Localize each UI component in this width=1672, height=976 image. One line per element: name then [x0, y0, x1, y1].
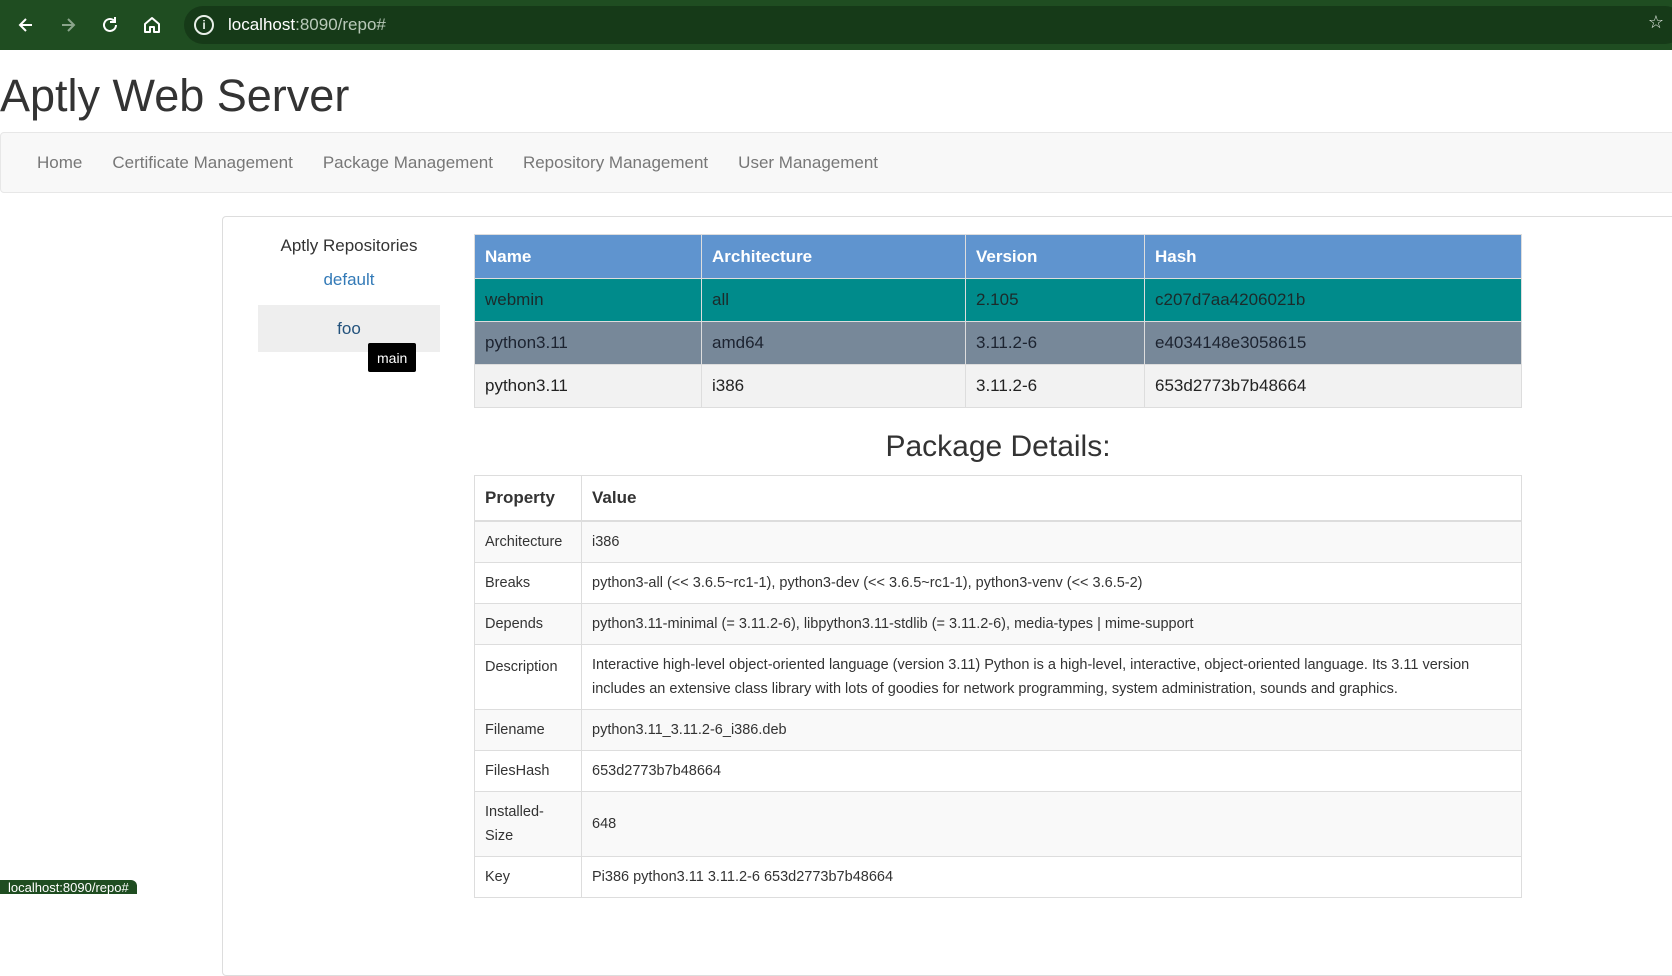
browser-status-bar: localhost:8090/repo# [0, 880, 137, 894]
table-row[interactable]: python3.11 amd64 3.11.2-6 e4034148e30586… [474, 321, 1522, 365]
packages-table: Name Architecture Version Hash webmin al… [474, 234, 1522, 408]
value-cell: python3.11_3.11.2-6_i386.deb [581, 708, 1522, 751]
details-row: Depends python3.11-minimal (= 3.11.2-6),… [474, 602, 1522, 645]
reload-icon[interactable] [89, 0, 131, 50]
cell-version: 3.11.2-6 [965, 321, 1145, 365]
url-text[interactable]: localhost:8090/repo# [228, 15, 386, 35]
details-row: Breaks python3-all (<< 3.6.5~rc1-1), pyt… [474, 561, 1522, 604]
nav-package-management[interactable]: Package Management [308, 153, 508, 173]
site-info-icon[interactable]: i [194, 15, 214, 35]
property-cell: Description [474, 643, 582, 710]
cell-architecture: all [701, 278, 966, 322]
column-header-property: Property [474, 475, 582, 522]
property-cell: Filename [474, 708, 582, 751]
table-row[interactable]: python3.11 i386 3.11.2-6 653d2773b7b4866… [474, 364, 1522, 408]
cell-version: 3.11.2-6 [965, 364, 1145, 408]
cell-version: 2.105 [965, 278, 1145, 322]
details-row: Filename python3.11_3.11.2-6_i386.deb [474, 708, 1522, 751]
details-row: Architecture i386 [474, 520, 1522, 563]
browser-toolbar: i localhost:8090/repo# ☆ [0, 0, 1672, 50]
nav-repository-management[interactable]: Repository Management [508, 153, 723, 173]
page-title: Aptly Web Server [0, 70, 350, 121]
property-cell: Key [474, 855, 582, 898]
url-host: localhost [228, 15, 296, 34]
package-details-title: Package Details: [885, 430, 1111, 463]
repo-link-default[interactable]: default [258, 270, 440, 290]
table-header-row: Name Architecture Version Hash [474, 234, 1522, 279]
value-cell: 648 [581, 790, 1522, 857]
column-header-value: Value [581, 475, 1522, 522]
sidebar-heading: Aptly Repositories [280, 236, 418, 255]
value-cell: Pi386 python3.11 3.11.2-6 653d2773b7b486… [581, 855, 1522, 898]
property-cell: Architecture [474, 520, 582, 563]
cell-name: webmin [474, 278, 702, 322]
nav-certificate-management[interactable]: Certificate Management [97, 153, 307, 173]
home-icon[interactable] [131, 0, 173, 50]
value-cell: python3.11-minimal (= 3.11.2-6), libpyth… [581, 602, 1522, 645]
details-row: Key Pi386 python3.11 3.11.2-6 653d2773b7… [474, 855, 1522, 898]
details-row: Description Interactive high-level objec… [474, 643, 1522, 710]
table-row[interactable]: webmin all 2.105 c207d7aa4206021b [474, 278, 1522, 322]
package-details-table: Property Value Architecture i386 Breaks … [474, 475, 1522, 898]
cell-architecture: amd64 [701, 321, 966, 365]
repositories-sidebar: Aptly Repositories default foo main [258, 232, 440, 372]
back-arrow-icon[interactable] [5, 0, 47, 50]
column-header-version[interactable]: Version [965, 234, 1145, 279]
bookmark-star-icon[interactable]: ☆ [1648, 12, 1664, 33]
cell-architecture: i386 [701, 364, 966, 408]
column-header-architecture[interactable]: Architecture [701, 234, 966, 279]
details-header-row: Property Value [474, 475, 1522, 522]
cell-hash: c207d7aa4206021b [1144, 278, 1522, 322]
cell-hash: e4034148e3058615 [1144, 321, 1522, 365]
value-cell: python3-all (<< 3.6.5~rc1-1), python3-de… [581, 561, 1522, 604]
value-cell: 653d2773b7b48664 [581, 749, 1522, 792]
column-header-hash[interactable]: Hash [1144, 234, 1522, 279]
property-cell: Breaks [474, 561, 582, 604]
details-row: Installed-Size 648 [474, 790, 1522, 857]
main-navbar: Home Certificate Management Package Mana… [0, 132, 1672, 193]
cell-name: python3.11 [474, 364, 702, 408]
cell-name: python3.11 [474, 321, 702, 365]
nav-user-management[interactable]: User Management [723, 153, 893, 173]
property-cell: FilesHash [474, 749, 582, 792]
value-cell: i386 [581, 520, 1522, 563]
nav-home[interactable]: Home [22, 153, 97, 173]
property-cell: Depends [474, 602, 582, 645]
column-header-name[interactable]: Name [474, 234, 702, 279]
repo-tooltip: main [368, 343, 417, 372]
url-path: :8090/repo# [295, 15, 386, 34]
value-cell: Interactive high-level object-oriented l… [581, 643, 1522, 710]
property-cell: Installed-Size [474, 790, 582, 857]
details-row: FilesHash 653d2773b7b48664 [474, 749, 1522, 792]
forward-arrow-icon[interactable] [47, 0, 89, 50]
cell-hash: 653d2773b7b48664 [1144, 364, 1522, 408]
address-bar[interactable]: i localhost:8090/repo# [184, 6, 1672, 44]
